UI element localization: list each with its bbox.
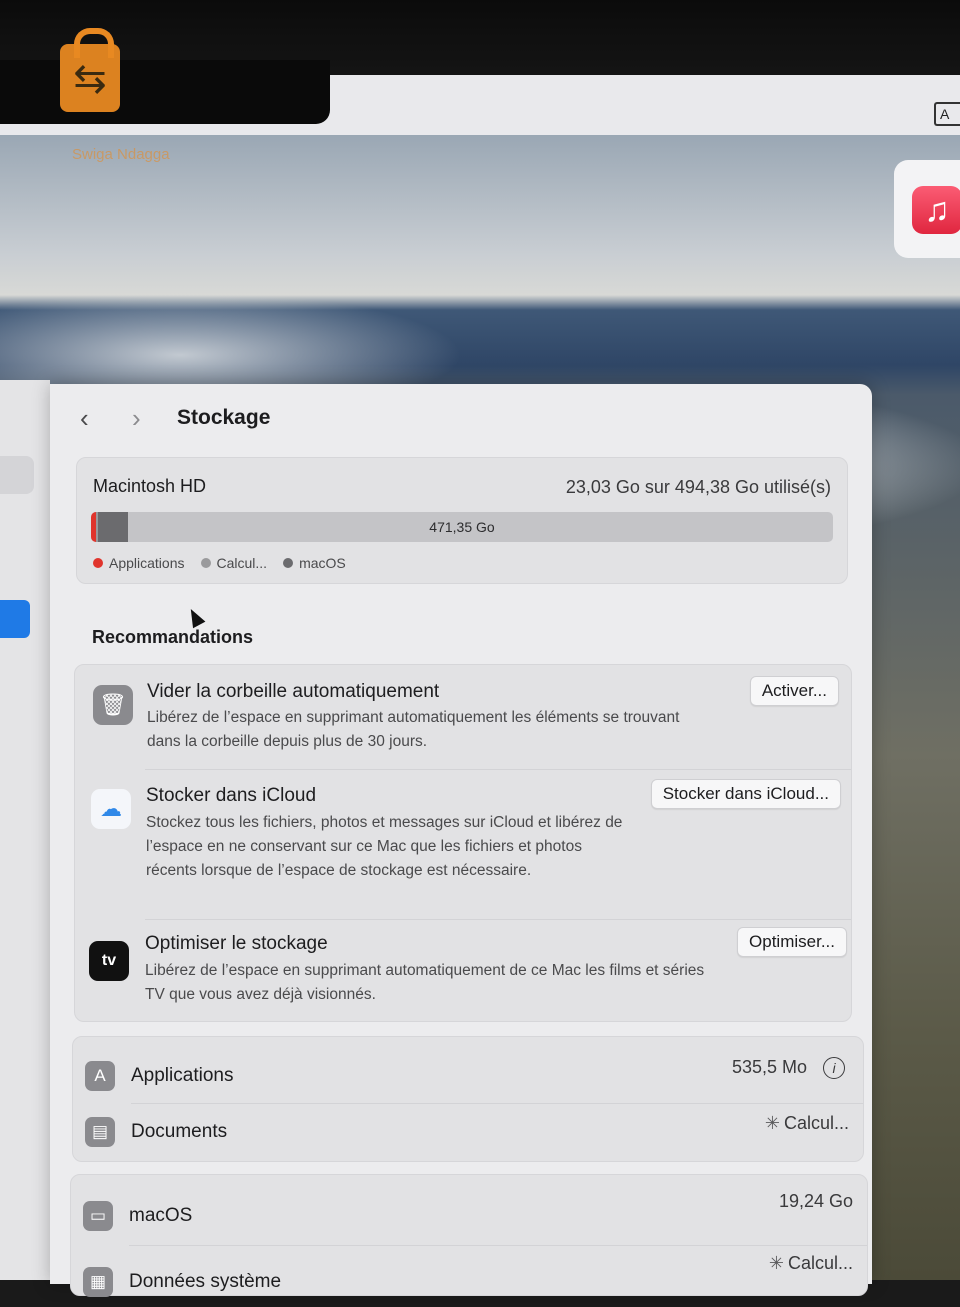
calculating-label: Calcul... xyxy=(783,1113,849,1133)
recommendation-title: Vider la corbeille automatiquement xyxy=(147,681,440,702)
recommendation-item: ☁ Stocker dans iCloud Stockez tous les f… xyxy=(75,769,851,919)
recommendations-card: 🗑 Vider la corbeille automatiquement Lib… xyxy=(74,664,852,1022)
legend-label: Calcul... xyxy=(216,555,268,571)
legend-label: Applications xyxy=(109,555,185,571)
category-size: 19,24 Go xyxy=(778,1191,853,1211)
optimize-button[interactable]: Optimiser... xyxy=(737,927,847,957)
category-label: macOS xyxy=(129,1205,193,1226)
recommendation-item: 🗑 Vider la corbeille automatiquement Lib… xyxy=(75,665,851,769)
recommendation-title: Optimiser le stockage xyxy=(145,933,328,954)
category-row-documents[interactable]: ▤ Documents ✳ Calcul... xyxy=(73,1103,863,1165)
free-space-label: 471,35 Go xyxy=(429,519,495,535)
input-source-indicator[interactable]: A xyxy=(934,102,960,126)
activate-button[interactable]: Activer... xyxy=(749,676,839,706)
storage-legend: Applications Calcul... macOS xyxy=(93,555,346,571)
category-row-applications[interactable]: A Applications 535,5 Mo i xyxy=(73,1045,863,1107)
legend-label: macOS xyxy=(299,555,346,571)
system-data-icon: ▦ xyxy=(83,1267,113,1297)
page-title: Stockage xyxy=(177,406,271,429)
loading-spinner-icon: ✳ xyxy=(768,1253,784,1273)
recommendation-item: tv Optimiser le stockage Libérez de l’es… xyxy=(75,919,851,1021)
settings-sidebar xyxy=(0,380,50,1280)
back-chevron-icon[interactable]: ‹ xyxy=(80,405,89,431)
trash-icon: 🗑 xyxy=(93,685,133,725)
sidebar-item-selected[interactable] xyxy=(0,600,30,638)
disk-usage-card: Macintosh HD 23,03 Go sur 494,38 Go util… xyxy=(76,457,848,584)
category-status: ✳ Calcul... xyxy=(769,1253,853,1274)
legend-item: Calcul... xyxy=(200,555,268,571)
laptop-icon: ▭ xyxy=(83,1201,113,1231)
recommendation-title: Stocker dans iCloud xyxy=(146,785,317,806)
apple-tv-icon: tv xyxy=(89,941,129,981)
disk-name: Macintosh HD xyxy=(93,476,207,496)
store-in-icloud-button[interactable]: Stocker dans iCloud... xyxy=(650,779,841,809)
recommendations-heading: Recommandations xyxy=(92,627,254,647)
watermark-text: Swiga Ndagga xyxy=(72,146,170,163)
legend-dot xyxy=(93,558,103,568)
category-row-macos[interactable]: ▭ macOS 19,24 Go xyxy=(71,1185,867,1247)
legend-dot xyxy=(283,558,294,568)
calculating-label: Calcul... xyxy=(787,1253,853,1273)
document-icon: ▤ xyxy=(85,1117,115,1147)
recommendation-description: Libérez de l’espace en supprimant automa… xyxy=(145,962,705,1003)
storage-usage-bar: 471,35 Go xyxy=(91,512,833,542)
watermark-logo: ⇆ Swiga Ndagga xyxy=(56,28,170,163)
recommendation-description: Libérez de l’espace en supprimant automa… xyxy=(147,709,680,750)
camera-notch xyxy=(0,60,330,124)
app-store-icon: A xyxy=(85,1061,115,1091)
swap-arrows-icon: ⇆ xyxy=(73,57,107,101)
category-size: 535,5 Mo xyxy=(731,1057,807,1077)
forward-chevron-icon[interactable]: › xyxy=(132,405,141,431)
category-label: Documents xyxy=(131,1121,228,1142)
loading-spinner-icon: ✳ xyxy=(764,1113,780,1133)
recommendation-description: Stockez tous les fichiers, photos et mes… xyxy=(146,814,623,879)
storage-category-list: A Applications 535,5 Mo i ▤ Documents ✳ C… xyxy=(72,1036,864,1162)
music-note-icon[interactable]: ♫ xyxy=(912,186,960,234)
storage-category-list: ▭ macOS 19,24 Go ▦ Données système ✳ Calc… xyxy=(70,1174,868,1297)
legend-dot xyxy=(200,558,211,568)
disk-usage-text: 23,03 Go sur 494,38 Go utilisé(s) xyxy=(565,477,831,497)
category-row-system-data[interactable]: ▦ Données système ✳ Calcul... xyxy=(71,1245,867,1307)
storage-settings-panel: ‹ › Stockage Macintosh HD 23,03 Go sur 4… xyxy=(50,384,872,1297)
info-icon[interactable]: i xyxy=(823,1057,845,1079)
legend-item: macOS xyxy=(283,555,346,571)
legend-item: Applications xyxy=(93,555,185,571)
sidebar-item[interactable] xyxy=(0,456,34,494)
category-label: Applications xyxy=(131,1065,234,1086)
category-status: ✳ Calcul... xyxy=(765,1113,849,1134)
icloud-icon: ☁ xyxy=(91,789,131,829)
category-label: Données système xyxy=(129,1271,282,1292)
